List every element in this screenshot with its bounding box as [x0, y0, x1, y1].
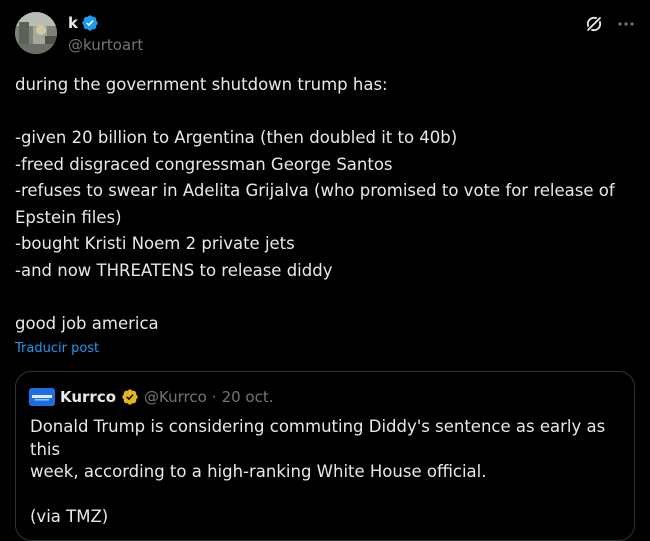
- avatar[interactable]: [15, 12, 57, 54]
- post-text-line: during the government shutdown trump has…: [15, 75, 388, 94]
- verified-badge-icon: [81, 14, 99, 32]
- header-actions: [584, 14, 636, 34]
- author-name-row[interactable]: k: [68, 13, 99, 33]
- quoted-text-blank-line: [30, 484, 620, 507]
- quoted-text-line: week, according to a high-ranking White …: [30, 462, 487, 481]
- post: k @kurtoart during the government shutdo…: [0, 0, 650, 541]
- post-text: during the government shutdown trump has…: [15, 72, 635, 337]
- post-text-line: -bought Kristi Noem 2 private jets: [15, 234, 295, 253]
- quoted-text-line: (via TMZ): [30, 507, 109, 526]
- quoted-timestamp[interactable]: 20 oct.: [222, 388, 274, 406]
- post-text-line: good job america: [15, 313, 159, 333]
- quoted-text-line: Donald Trump is considering commuting Di…: [30, 417, 606, 459]
- post-text-line: -given 20 billion to Argentina (then dou…: [15, 128, 458, 147]
- post-text-blank-line: [15, 284, 635, 311]
- more-icon[interactable]: [616, 14, 636, 34]
- post-text-line: -and now THREATENS to release diddy: [15, 260, 333, 280]
- grok-icon[interactable]: [584, 14, 604, 34]
- quoted-post-card[interactable]: Kurrco @Kurrco · 20 oct. Donald Trump is…: [15, 371, 635, 541]
- quoted-post-text: Donald Trump is considering commuting Di…: [30, 416, 620, 529]
- gold-verified-badge-icon: [121, 388, 139, 406]
- translate-post-link[interactable]: Traducir post: [15, 341, 99, 356]
- quoted-separator: ·: [211, 388, 217, 406]
- quoted-handle[interactable]: @Kurrco: [144, 388, 207, 406]
- post-text-line: -freed disgraced congressman George Sant…: [15, 154, 393, 174]
- post-text-blank-line: [15, 99, 635, 126]
- author-handle[interactable]: @kurtoart: [68, 36, 143, 54]
- quoted-display-name[interactable]: Kurrco: [60, 388, 116, 406]
- quoted-avatar[interactable]: [29, 388, 55, 406]
- post-text-line: -refuses to swear in Adelita Grijalva (w…: [15, 181, 615, 200]
- quoted-post-header: Kurrco @Kurrco · 20 oct.: [29, 388, 274, 406]
- author-display-name[interactable]: k: [68, 14, 78, 32]
- post-text-line: Epstein files): [15, 207, 122, 227]
